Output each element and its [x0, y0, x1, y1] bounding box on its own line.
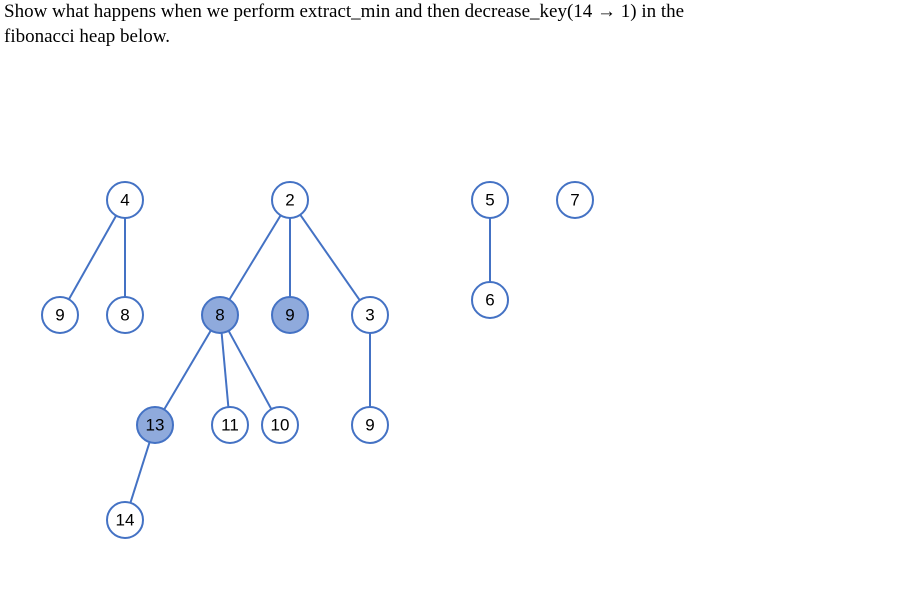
question-text: Show what happens when we perform extrac… — [4, 0, 878, 49]
edges-layer — [69, 215, 490, 503]
heap-node-label: 9 — [365, 416, 374, 435]
heap-node: 5 — [472, 182, 508, 218]
heap-node: 7 — [557, 182, 593, 218]
heap-node-label: 5 — [485, 191, 494, 210]
q-part-1: Show what happens when we perform extrac… — [4, 1, 351, 22]
heap-edge — [164, 330, 211, 409]
heap-node: 11 — [212, 407, 248, 443]
heap-edge — [222, 333, 229, 407]
heap-edge — [229, 331, 272, 409]
heap-node-label: 6 — [485, 291, 494, 310]
q-part-4: 1) in the — [616, 1, 684, 22]
heap-node: 13 — [137, 407, 173, 443]
heap-node-label: 4 — [120, 191, 129, 210]
heap-node-label: 3 — [365, 306, 374, 325]
heap-node: 8 — [202, 297, 238, 333]
heap-node: 2 — [272, 182, 308, 218]
heap-node-label: 2 — [285, 191, 294, 210]
fibonacci-heap-diagram: 4 9 8 2 8 9 3 13 11 10 9 14 5 6 7 — [0, 120, 898, 600]
heap-node: 9 — [272, 297, 308, 333]
heap-node-label: 13 — [146, 416, 165, 435]
heap-node: 9 — [42, 297, 78, 333]
arrow-icon: → — [597, 1, 616, 22]
heap-node: 10 — [262, 407, 298, 443]
heap-node-label: 9 — [55, 306, 64, 325]
q-line-2: fibonacci heap below. — [4, 26, 170, 47]
heap-node-label: 14 — [116, 511, 135, 530]
heap-node-label: 8 — [120, 306, 129, 325]
heap-node: 9 — [352, 407, 388, 443]
heap-node-label: 9 — [285, 306, 294, 325]
heap-node-label: 11 — [221, 416, 239, 435]
heap-node: 6 — [472, 282, 508, 318]
heap-node: 8 — [107, 297, 143, 333]
heap-node-label: 8 — [215, 306, 224, 325]
heap-edge — [229, 215, 280, 299]
q-underscore-1: _ — [351, 1, 361, 22]
q-part-2: min and then decrease — [361, 1, 530, 22]
heap-node: 3 — [352, 297, 388, 333]
heap-node: 4 — [107, 182, 143, 218]
heap-edge — [300, 215, 359, 300]
heap-node-label: 10 — [271, 416, 290, 435]
heap-edge — [69, 216, 116, 300]
heap-node-label: 7 — [570, 191, 579, 210]
heap-edge — [130, 442, 149, 503]
heap-node: 14 — [107, 502, 143, 538]
q-underscore-2: _ — [530, 1, 540, 22]
q-part-3: key(14 — [540, 1, 598, 22]
